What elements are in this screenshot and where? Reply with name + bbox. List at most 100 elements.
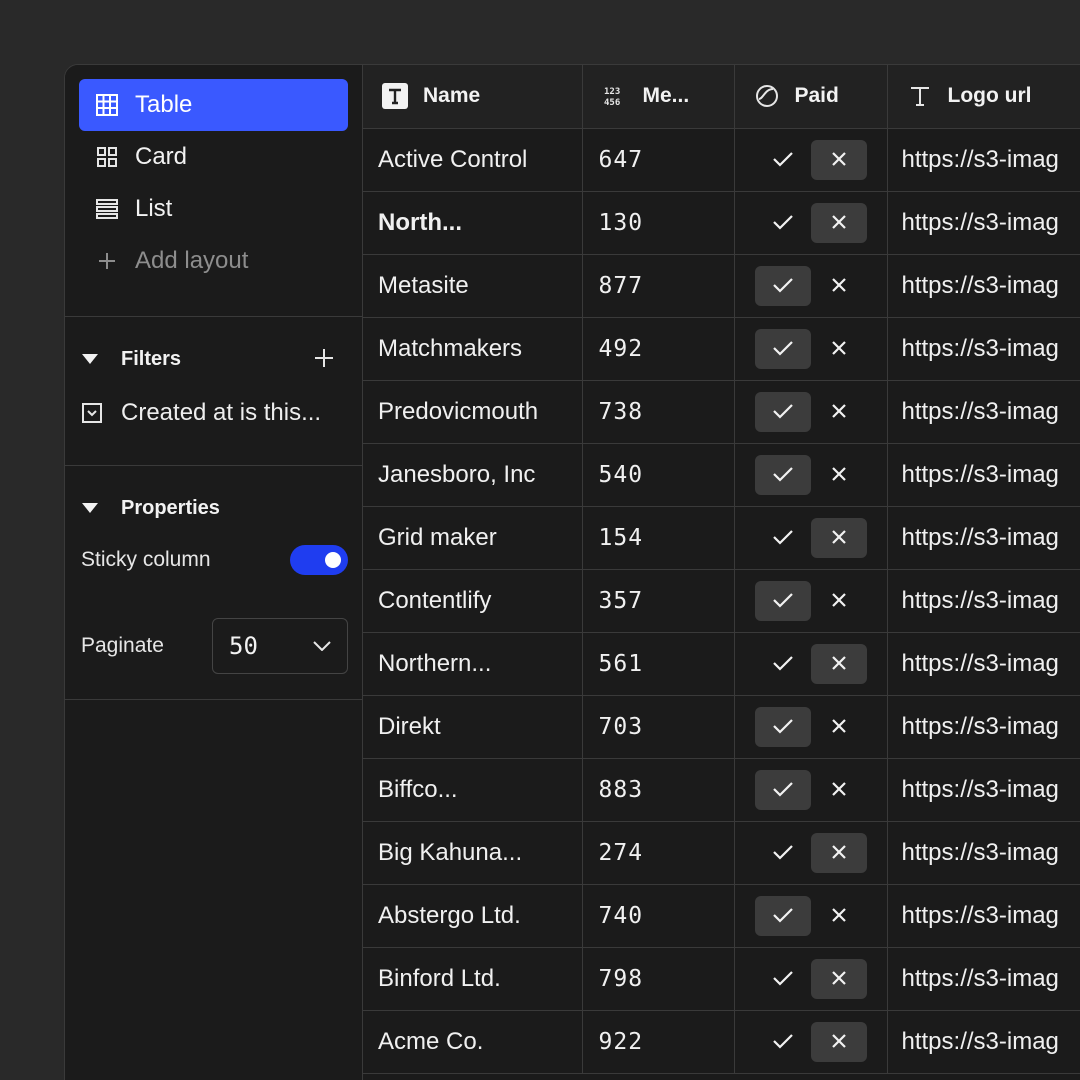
paid-no-button[interactable] [811, 896, 867, 936]
paid-yes-button[interactable] [754, 454, 811, 495]
cell-number[interactable]: 154 [582, 506, 735, 570]
paid-yes-button[interactable] [754, 328, 811, 369]
cell-logo-url[interactable]: https://s3-imag [887, 506, 1080, 570]
table-row[interactable]: Acme Co. 922 https://s3-imag [363, 1010, 1080, 1074]
table-row[interactable]: Active Control 647 https://s3-imag [363, 128, 1080, 192]
layout-item-list[interactable]: List [79, 183, 348, 235]
cell-logo-url[interactable]: https://s3-imag [887, 758, 1080, 822]
cell-logo-url[interactable]: https://s3-imag [887, 821, 1080, 885]
cell-name[interactable]: Biffco... [363, 758, 583, 822]
cell-name[interactable]: Matchmakers [363, 317, 583, 381]
filter-item[interactable]: Created at is this... [81, 399, 348, 426]
paid-no-button[interactable] [810, 517, 867, 558]
cell-name[interactable]: Acme Co. [363, 1010, 583, 1074]
cell-name[interactable]: Abstergo Ltd. [363, 884, 583, 948]
paid-no-button[interactable] [811, 266, 867, 306]
add-filter-button[interactable] [314, 343, 334, 375]
paid-no-button[interactable] [810, 643, 867, 684]
table-row[interactable]: Janesboro, Inc 540 https://s3-imag [363, 443, 1080, 507]
cell-logo-url[interactable]: https://s3-imag [887, 443, 1080, 507]
cell-logo-url[interactable]: https://s3-imag [887, 632, 1080, 696]
cell-number[interactable]: 492 [582, 317, 735, 381]
paid-no-button[interactable] [811, 455, 867, 495]
cell-name[interactable]: Binford Ltd. [363, 947, 583, 1011]
cell-number[interactable]: 798 [582, 947, 735, 1011]
paid-yes-button[interactable] [755, 1022, 811, 1062]
layout-item-card[interactable]: Card [79, 131, 348, 183]
paid-no-button[interactable] [811, 329, 867, 369]
cell-number[interactable]: 561 [582, 632, 735, 696]
paid-yes-button[interactable] [754, 769, 811, 810]
cell-name[interactable]: Contentlify [363, 569, 583, 633]
cell-logo-url[interactable]: https://s3-imag [887, 254, 1080, 318]
table-row[interactable]: Grid maker 154 https://s3-imag [363, 506, 1080, 570]
cell-logo-url[interactable]: https://s3-imag [887, 947, 1080, 1011]
cell-logo-url[interactable]: https://s3-imag [887, 128, 1080, 192]
cell-number[interactable]: 740 [582, 884, 735, 948]
cell-number[interactable]: 274 [582, 821, 735, 885]
filters-header[interactable]: Filters [81, 317, 348, 401]
paid-yes-button[interactable] [755, 518, 811, 558]
paid-yes-button[interactable] [755, 140, 811, 180]
paid-yes-button[interactable] [754, 580, 811, 621]
cell-number[interactable]: 357 [582, 569, 735, 633]
table-row[interactable]: Predovicmouth 738 https://s3-imag [363, 380, 1080, 444]
table-row[interactable]: Abstergo Ltd. 740 https://s3-imag [363, 884, 1080, 948]
paid-no-button[interactable] [810, 958, 867, 999]
paid-no-button[interactable] [810, 202, 867, 243]
cell-number[interactable]: 647 [582, 128, 735, 192]
paid-no-button[interactable] [811, 707, 867, 747]
layout-item-table[interactable]: Table [79, 79, 348, 131]
cell-number[interactable]: 883 [582, 758, 735, 822]
table-row[interactable]: Big Kahuna... 274 https://s3-imag [363, 821, 1080, 885]
cell-logo-url[interactable]: https://s3-imag [887, 380, 1080, 444]
paid-yes-button[interactable] [755, 959, 811, 999]
sticky-column-toggle[interactable] [290, 545, 348, 575]
table-row[interactable]: Metasite 877 https://s3-imag [363, 254, 1080, 318]
cell-number[interactable]: 922 [582, 1010, 735, 1074]
column-header-name[interactable]: Name [363, 65, 583, 129]
paid-no-button[interactable] [811, 581, 867, 621]
table-row[interactable]: Contentlify 357 https://s3-imag [363, 569, 1080, 633]
cell-logo-url[interactable]: https://s3-imag [887, 884, 1080, 948]
cell-name[interactable]: Grid maker [363, 506, 583, 570]
table-row[interactable]: Direkt 703 https://s3-imag [363, 695, 1080, 759]
paginate-select[interactable]: 50 [212, 618, 348, 674]
table-row[interactable]: North... 130 https://s3-imag [363, 191, 1080, 255]
paid-yes-button[interactable] [754, 265, 811, 306]
cell-number[interactable]: 540 [582, 443, 735, 507]
column-header-paid[interactable]: Paid [734, 65, 888, 129]
paid-no-button[interactable] [810, 139, 867, 180]
cell-number[interactable]: 703 [582, 695, 735, 759]
cell-name[interactable]: Janesboro, Inc [363, 443, 583, 507]
paid-yes-button[interactable] [755, 644, 811, 684]
table-row[interactable]: Northern... 561 https://s3-imag [363, 632, 1080, 696]
paid-no-button[interactable] [810, 1021, 867, 1062]
cell-logo-url[interactable]: https://s3-imag [887, 191, 1080, 255]
cell-number[interactable]: 877 [582, 254, 735, 318]
table-row[interactable]: Binford Ltd. 798 https://s3-imag [363, 947, 1080, 1011]
cell-name[interactable]: Big Kahuna... [363, 821, 583, 885]
cell-logo-url[interactable]: https://s3-imag [887, 317, 1080, 381]
cell-logo-url[interactable]: https://s3-imag [887, 695, 1080, 759]
paid-no-button[interactable] [810, 832, 867, 873]
properties-header[interactable]: Properties [81, 466, 348, 550]
paid-yes-button[interactable] [755, 833, 811, 873]
cell-name[interactable]: Predovicmouth [363, 380, 583, 444]
paid-yes-button[interactable] [754, 706, 811, 747]
column-header-logo-url[interactable]: Logo url [887, 65, 1080, 129]
paid-yes-button[interactable] [755, 203, 811, 243]
cell-name[interactable]: Direkt [363, 695, 583, 759]
column-header-number[interactable]: 123 456 Me... [582, 65, 735, 129]
paid-no-button[interactable] [811, 770, 867, 810]
table-row[interactable]: Biffco... 883 https://s3-imag [363, 758, 1080, 822]
paid-no-button[interactable] [811, 392, 867, 432]
paid-yes-button[interactable] [754, 391, 811, 432]
cell-logo-url[interactable]: https://s3-imag [887, 569, 1080, 633]
cell-name[interactable]: Northern... [363, 632, 583, 696]
cell-logo-url[interactable]: https://s3-imag [887, 1010, 1080, 1074]
cell-name[interactable]: Active Control [363, 128, 583, 192]
add-layout-button[interactable]: Add layout [79, 235, 348, 287]
table-row[interactable]: Matchmakers 492 https://s3-imag [363, 317, 1080, 381]
cell-number[interactable]: 130 [582, 191, 735, 255]
